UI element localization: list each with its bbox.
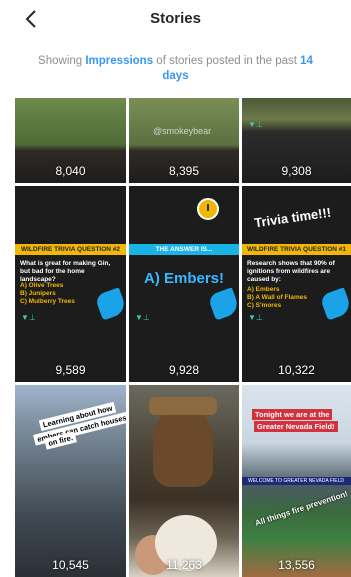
impressions-count: 11,263 bbox=[166, 558, 202, 572]
trivia-answer-reveal: A) Embers! bbox=[143, 270, 225, 287]
story-headline: Trivia time!!! bbox=[253, 204, 332, 231]
description-prefix: Showing bbox=[38, 55, 86, 67]
smokey-bear-figure bbox=[153, 407, 213, 487]
impressions-count: 10,545 bbox=[52, 558, 89, 572]
story-tile[interactable]: ▼⊥ 9,308 bbox=[242, 98, 351, 183]
stories-grid: 8,040 @smokeybear 8,395 ▼⊥ 9,308 WILDFIR… bbox=[15, 98, 351, 577]
story-caption: Greater Nevada Field! bbox=[254, 421, 338, 432]
trivia-answer: B) Junipers bbox=[20, 290, 56, 297]
story-tile[interactable]: 11,263 bbox=[129, 385, 239, 577]
overlay-handle: @smokeybear bbox=[153, 126, 212, 136]
story-tile[interactable]: WILDFIRE TRIVIA QUESTION #2 What is grea… bbox=[15, 186, 126, 382]
story-caption: All things fire prevention! bbox=[253, 489, 349, 528]
story-tile[interactable]: Trivia time!!! WILDFIRE TRIVIA QUESTION … bbox=[242, 186, 351, 382]
fire-graphic bbox=[94, 287, 126, 321]
insights-description: Showing Impressions of stories posted in… bbox=[30, 54, 321, 84]
ranger-hat bbox=[149, 397, 217, 415]
story-tile[interactable]: Tonight we are at the Greater Nevada Fie… bbox=[242, 385, 351, 577]
answer-banner: THE ANSWER IS... bbox=[129, 244, 239, 255]
page-title: Stories bbox=[150, 10, 201, 27]
trivia-question: What is great for making Gin, but bad fo… bbox=[20, 260, 111, 283]
impressions-count: 8,395 bbox=[168, 164, 200, 178]
impressions-count: 9,589 bbox=[55, 363, 86, 377]
description-middle: of stories posted in the past bbox=[153, 55, 301, 67]
leaf-icon: ▼⊥ bbox=[248, 313, 263, 322]
trivia-answer: C) S'mores bbox=[247, 302, 282, 309]
header: Stories bbox=[0, 0, 351, 40]
fire-graphic bbox=[207, 287, 239, 321]
alarm-clock-icon bbox=[197, 198, 219, 220]
trivia-answer: C) Mulberry Trees bbox=[20, 298, 75, 305]
trivia-banner: WILDFIRE TRIVIA QUESTION #2 bbox=[15, 244, 126, 255]
impressions-count: 8,040 bbox=[55, 164, 86, 178]
impressions-count: 13,556 bbox=[278, 558, 315, 572]
story-caption: Tonight we are at the bbox=[252, 409, 333, 420]
story-tile[interactable]: 8,040 bbox=[15, 98, 126, 183]
fire-graphic bbox=[319, 287, 351, 321]
trivia-question: Research shows that 90% of ignitions fro… bbox=[247, 260, 335, 283]
leaf-icon: ▼⊥ bbox=[248, 120, 263, 129]
metric-selector[interactable]: Impressions bbox=[85, 55, 153, 67]
stadium-sign-text: WELCOME TO GREATER NEVADA FIELD bbox=[248, 478, 345, 484]
trivia-answer: A) Olive Trees bbox=[20, 282, 64, 289]
impressions-count: 10,322 bbox=[278, 363, 315, 377]
impressions-count: 9,928 bbox=[168, 363, 200, 377]
trivia-answer: A) Embers bbox=[247, 286, 280, 293]
leaf-icon: ▼⊥ bbox=[135, 313, 150, 322]
story-tile[interactable]: THE ANSWER IS... A) Embers! ▼⊥ 9,928 bbox=[129, 186, 239, 382]
trivia-answer: B) A Wall of Flames bbox=[247, 294, 307, 301]
impressions-count: 9,308 bbox=[281, 164, 312, 178]
story-tile[interactable]: @smokeybear 8,395 bbox=[129, 98, 239, 183]
trivia-banner: WILDFIRE TRIVIA QUESTION #1 bbox=[242, 244, 351, 255]
story-tile[interactable]: Learning about how embers can catch hous… bbox=[15, 385, 126, 577]
leaf-icon: ▼⊥ bbox=[21, 313, 36, 322]
